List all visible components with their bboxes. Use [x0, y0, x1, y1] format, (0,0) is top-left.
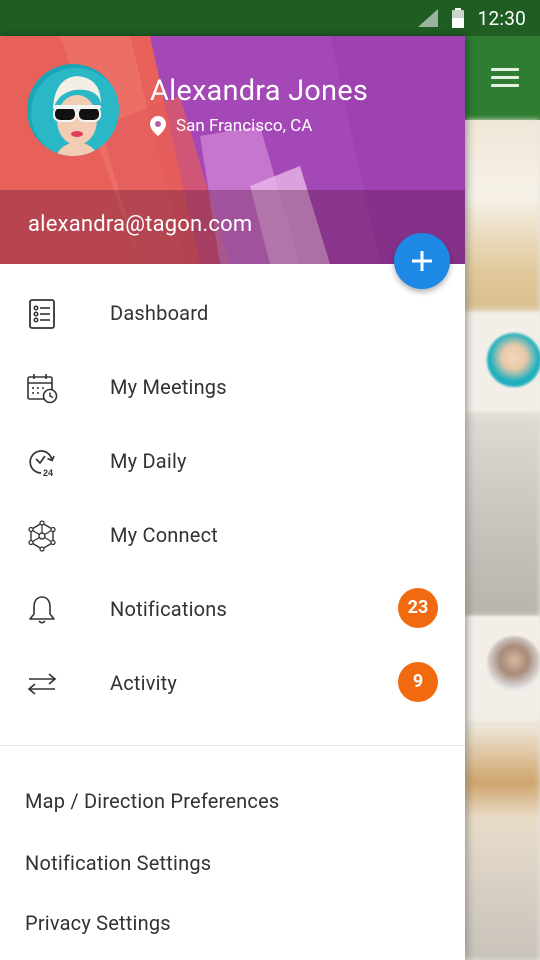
- menu-label: My Daily: [110, 449, 187, 473]
- background-avatar: [487, 333, 540, 387]
- plus-icon: [412, 251, 432, 271]
- navigation-drawer: Alexandra Jones San Francisco, CA alexan…: [0, 36, 465, 960]
- background-photo-3: [465, 724, 540, 960]
- menu-item-my-connect[interactable]: My Connect: [0, 498, 465, 572]
- settings-notification-settings[interactable]: Notification Settings: [25, 851, 211, 875]
- background-app: [465, 36, 540, 960]
- activity-count-badge: 9: [398, 662, 438, 702]
- app-bar: [465, 36, 540, 120]
- calendar-clock-icon: [27, 374, 58, 404]
- user-email: alexandra@tagon.com: [28, 212, 253, 237]
- menu-label: My Meetings: [110, 375, 227, 399]
- swap-arrows-icon: [27, 673, 57, 695]
- dashboard-list-icon: [29, 299, 55, 329]
- settings-map-direction-preferences[interactable]: Map / Direction Preferences: [25, 789, 279, 813]
- notifications-count-badge: 23: [398, 588, 438, 628]
- menu-label: Dashboard: [110, 301, 209, 325]
- menu-item-my-daily[interactable]: 24 My Daily: [0, 424, 465, 498]
- menu-item-dashboard[interactable]: Dashboard: [0, 276, 465, 350]
- menu-item-activity[interactable]: Activity 9: [0, 646, 465, 720]
- menu-label: Activity: [110, 671, 178, 695]
- signal-icon: [418, 9, 438, 27]
- menu-divider: [0, 745, 465, 746]
- clock-24-icon: 24: [29, 450, 55, 478]
- menu-label: My Connect: [110, 523, 219, 547]
- network-icon: [28, 520, 56, 552]
- user-name: Alexandra Jones: [150, 74, 369, 108]
- location-text: San Francisco, CA: [176, 116, 313, 136]
- profile-header: Alexandra Jones San Francisco, CA alexan…: [0, 36, 465, 264]
- hamburger-menu-icon[interactable]: [491, 68, 519, 88]
- location-pin-icon: [150, 116, 166, 136]
- background-photo-2: [465, 416, 540, 616]
- settings-privacy-settings[interactable]: Privacy Settings: [25, 911, 171, 935]
- background-photo: [465, 120, 540, 310]
- menu-item-my-meetings[interactable]: My Meetings: [0, 350, 465, 424]
- background-avatar-2: [487, 636, 540, 690]
- status-time: 12:30: [477, 7, 526, 30]
- menu-label: Notifications: [110, 597, 228, 621]
- bell-icon: [29, 596, 55, 624]
- menu-item-notifications[interactable]: Notifications 23: [0, 572, 465, 646]
- add-button[interactable]: [394, 233, 450, 289]
- svg-text:24: 24: [43, 468, 53, 478]
- user-location: San Francisco, CA: [150, 116, 312, 136]
- battery-icon: [452, 8, 464, 28]
- profile-avatar[interactable]: [24, 61, 122, 159]
- status-bar: 12:30: [0, 0, 540, 36]
